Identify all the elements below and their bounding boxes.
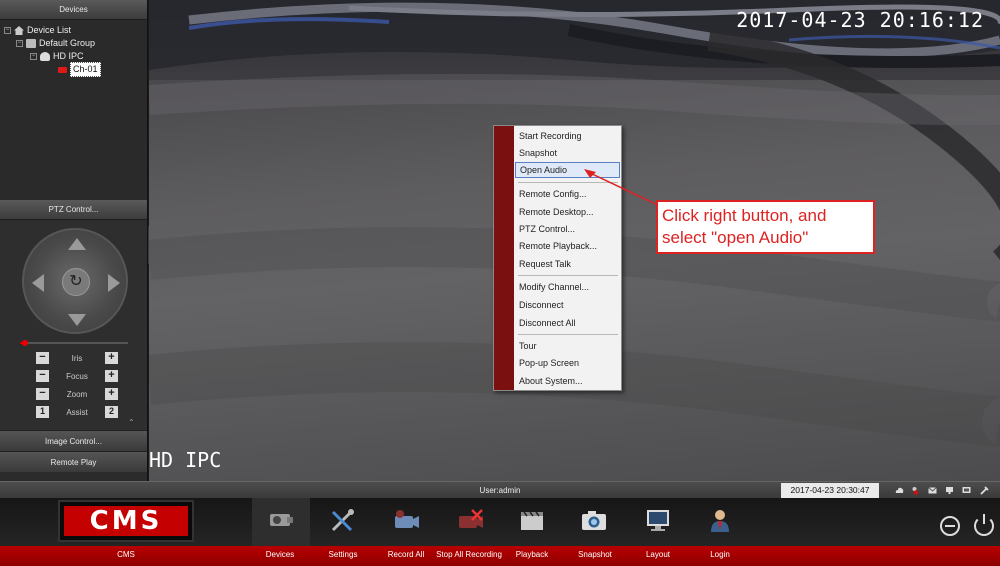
minus-icon <box>945 525 955 527</box>
collapse-toggle-icon[interactable]: − <box>30 53 37 60</box>
collapse-toggle-icon[interactable]: − <box>16 40 23 47</box>
menu-item-remote-playback[interactable]: Remote Playback... <box>518 238 620 254</box>
login-icon <box>711 510 729 532</box>
tree-item-device-list[interactable]: − Device List <box>4 24 147 37</box>
focus-minus-button[interactable]: − <box>36 370 49 382</box>
record-all-icon <box>395 510 419 528</box>
snapshot-button[interactable] <box>574 506 614 538</box>
device-tree: − Device List − Default Group − HD IPC C… <box>0 20 147 200</box>
menu-item-about-system[interactable]: About System... <box>518 373 620 389</box>
assist-2-button[interactable]: 2 <box>105 406 118 418</box>
menu-item-disconnect[interactable]: Disconnect <box>518 297 620 313</box>
menu-item-popup-screen[interactable]: Pop-up Screen <box>518 355 620 371</box>
tree-item-channel[interactable]: Ch-01 <box>4 62 147 77</box>
devices-header: Devices <box>0 0 147 20</box>
tree-item-default-group[interactable]: − Default Group <box>4 37 147 50</box>
system-clock: 2017-04-23 20:30:47 <box>781 483 879 498</box>
power-icon <box>983 514 985 524</box>
collapse-toggle-icon[interactable]: − <box>4 27 11 34</box>
layout-button[interactable] <box>638 506 678 538</box>
ptz-focus-row: − Focus + <box>36 370 118 382</box>
menu-item-modify-channel[interactable]: Modify Channel... <box>518 279 620 295</box>
ptz-direction-pad: ↻ <box>22 228 128 334</box>
devices-icon <box>270 514 293 526</box>
login-label[interactable]: Login <box>680 546 760 564</box>
cms-label: CMS <box>117 550 135 559</box>
remote-play-button[interactable]: Remote Play <box>0 451 147 472</box>
menu-item-tour[interactable]: Tour <box>518 338 620 354</box>
tree-item-label: Default Group <box>39 38 96 48</box>
snapshot-icon <box>582 511 606 530</box>
ptz-panel: ↻ − Iris + − Focus + − Zoom + 1 Assist 2… <box>0 220 147 430</box>
ptz-speed-slider[interactable] <box>20 340 128 346</box>
image-control-button[interactable]: Image Control... <box>0 430 147 451</box>
stop-recording-icon <box>459 509 483 528</box>
menu-item-start-recording[interactable]: Start Recording <box>518 128 620 144</box>
cms-logo: CMS <box>58 500 194 542</box>
ptz-down-arrow-icon[interactable] <box>68 314 86 326</box>
rotate-icon[interactable]: ↻ <box>62 268 90 296</box>
playback-button[interactable] <box>512 506 552 538</box>
group-icon <box>26 39 36 48</box>
menu-separator <box>518 334 618 335</box>
record-all-button[interactable] <box>386 506 426 538</box>
stop-all-recording-button[interactable] <box>450 506 490 538</box>
status-bar: User:admin 2017-04-23 20:30:47 <box>0 481 1000 498</box>
tree-item-label: Device List <box>27 25 72 35</box>
toolbar-labels: CMS Devices Settings Record All Stop All… <box>0 546 1000 566</box>
iris-plus-button[interactable]: + <box>104 352 118 364</box>
ptz-iris-row: − Iris + <box>36 352 118 364</box>
osd-timestamp: 2017-04-23 20:16:12 <box>736 8 984 32</box>
menu-side-strip <box>494 126 514 390</box>
power-button[interactable] <box>974 514 994 536</box>
ptz-assist-row: 1 Assist 2 <box>36 406 118 418</box>
osd-camera-name: HD IPC <box>149 448 222 472</box>
devices-button[interactable] <box>261 506 301 538</box>
login-button[interactable] <box>700 506 740 538</box>
menu-separator <box>518 275 618 276</box>
home-icon <box>14 26 24 35</box>
ptz-zoom-row: − Zoom + <box>36 388 118 400</box>
ptz-row-label: Iris <box>71 353 83 363</box>
ptz-up-arrow-icon[interactable] <box>68 238 86 250</box>
logo-text: CMS <box>64 506 188 536</box>
ptz-row-label: Zoom <box>66 389 88 399</box>
annotation-callout: Click right button, and select "open Aud… <box>656 200 875 254</box>
zoom-minus-button[interactable]: − <box>36 388 49 400</box>
menu-item-ptz-control[interactable]: PTZ Control... <box>518 221 620 237</box>
collapse-up-icon[interactable]: ⌃ <box>128 418 135 427</box>
minimize-button[interactable] <box>940 516 960 536</box>
tree-item-label: Ch-01 <box>70 62 101 77</box>
ptz-control-header[interactable]: PTZ Control... <box>0 200 147 220</box>
left-panel: Devices − Device List − Default Group − … <box>0 0 148 481</box>
settings-icon <box>331 509 354 532</box>
menu-item-disconnect-all[interactable]: Disconnect All <box>518 315 620 331</box>
tools-icon[interactable] <box>980 486 989 495</box>
current-user-label: User:admin <box>479 486 521 495</box>
assist-1-button[interactable]: 1 <box>36 406 49 418</box>
ptz-left-arrow-icon[interactable] <box>32 274 44 292</box>
playback-icon <box>521 511 543 530</box>
main-toolbar: CMS <box>0 498 1000 546</box>
menu-item-request-talk[interactable]: Request Talk <box>518 256 620 272</box>
layout-icon <box>647 510 669 531</box>
focus-plus-button[interactable]: + <box>104 370 118 382</box>
mail-icon[interactable] <box>928 486 937 495</box>
settings-button[interactable] <box>323 506 363 538</box>
camera-icon <box>40 52 50 61</box>
channel-icon <box>58 66 67 73</box>
user-alert-icon[interactable] <box>910 486 919 495</box>
cloud-icon[interactable] <box>895 486 904 495</box>
iris-minus-button[interactable]: − <box>36 352 49 364</box>
ptz-right-arrow-icon[interactable] <box>108 274 120 292</box>
ptz-speed-knob[interactable] <box>22 340 28 346</box>
ptz-row-label: Focus <box>66 371 88 381</box>
ptz-row-label: Assist <box>66 407 88 417</box>
monitor-icon[interactable] <box>962 486 971 495</box>
network-icon[interactable] <box>945 486 954 495</box>
zoom-plus-button[interactable]: + <box>104 388 118 400</box>
menu-item-snapshot[interactable]: Snapshot <box>518 145 620 161</box>
